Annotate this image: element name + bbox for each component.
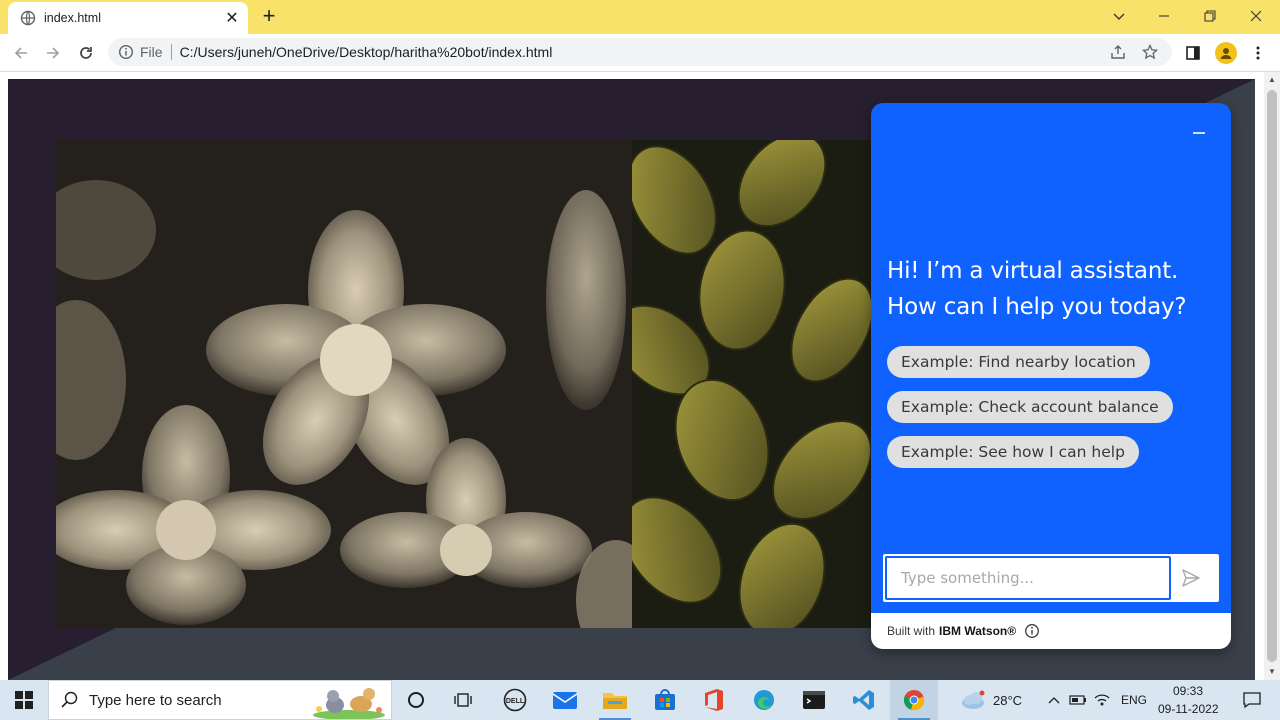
forward-icon[interactable] — [42, 42, 64, 64]
taskbar-search-box[interactable]: Type here to search — [48, 680, 392, 720]
restore-window-icon[interactable] — [1198, 6, 1222, 26]
suggestion-chip[interactable]: Example: Check account balance — [887, 391, 1173, 423]
weather-cloud-icon[interactable] — [958, 680, 988, 720]
windows-start-icon[interactable] — [0, 680, 48, 720]
url-separator — [170, 44, 172, 60]
new-tab-icon[interactable]: + — [258, 5, 280, 28]
edge-browser-icon[interactable] — [740, 680, 788, 720]
task-view-icon[interactable] — [440, 680, 488, 720]
browser-tab-bar: index.html ✕ + — [0, 0, 1280, 34]
battery-icon[interactable] — [1067, 680, 1089, 720]
minimize-window-icon[interactable] — [1152, 6, 1176, 26]
close-tab-icon[interactable]: ✕ — [222, 8, 242, 28]
suggestion-chip[interactable]: Example: See how I can help — [887, 436, 1139, 468]
assistant-chat-window: Hi! I’m a virtual assistant. How can I h… — [871, 103, 1231, 649]
store-app-icon[interactable] — [641, 680, 689, 720]
footer-prefix: Built with — [887, 624, 936, 638]
message-composer — [883, 554, 1219, 602]
file-explorer-icon[interactable] — [591, 680, 639, 720]
input-language[interactable]: ENG — [1121, 693, 1147, 707]
url-text[interactable]: C:/Users/juneh/OneDrive/Desktop/haritha%… — [180, 44, 1108, 60]
terminal-app-icon[interactable] — [790, 680, 838, 720]
side-panel-icon[interactable] — [1182, 42, 1204, 64]
cortana-icon[interactable] — [392, 680, 440, 720]
search-icon — [61, 691, 78, 708]
bookmark-star-icon[interactable] — [1140, 42, 1160, 62]
chat-footer: Built with IBM Watson® — [871, 613, 1231, 649]
assistant-greeting: Hi! I’m a virtual assistant. How can I h… — [887, 258, 1187, 320]
succulent-photo — [56, 140, 632, 628]
chrome-app-icon[interactable] — [890, 680, 938, 720]
browser-tab[interactable]: index.html ✕ — [8, 2, 248, 34]
tab-search-chevron-icon[interactable] — [1107, 6, 1131, 26]
leaf-photo — [632, 140, 872, 628]
globe-icon — [20, 10, 36, 26]
mail-app-icon[interactable] — [541, 680, 589, 720]
page-scrollbar[interactable]: ▲ ▼ — [1264, 72, 1280, 680]
weather-temperature[interactable]: 28°C — [993, 693, 1022, 708]
clock-date[interactable]: 09-11-2022 — [1158, 702, 1219, 716]
scroll-thumb[interactable] — [1267, 90, 1277, 662]
taskbar-search-placeholder: Type here to search — [89, 691, 222, 709]
reload-icon[interactable] — [75, 42, 97, 64]
tab-title: index.html — [44, 11, 101, 25]
show-hidden-icons-chevron-icon[interactable] — [1043, 680, 1065, 720]
footer-brand: IBM Watson® — [939, 624, 1017, 638]
scroll-up-icon[interactable]: ▲ — [1267, 75, 1277, 85]
message-input[interactable] — [885, 556, 1171, 600]
windows-taskbar: Type here to search DELL 28°C ENG 09:33 … — [0, 680, 1280, 720]
browser-toolbar: File C:/Users/juneh/OneDrive/Desktop/har… — [0, 34, 1280, 72]
notifications-icon[interactable] — [1232, 680, 1272, 720]
send-icon[interactable] — [1179, 566, 1203, 590]
network-icon[interactable] — [1091, 680, 1113, 720]
office-app-icon[interactable] — [690, 680, 738, 720]
profile-avatar-icon[interactable] — [1215, 42, 1237, 64]
close-window-icon[interactable] — [1244, 6, 1268, 26]
url-scheme-label: File — [140, 44, 163, 60]
info-icon[interactable] — [118, 44, 134, 60]
minimize-chat-icon[interactable] — [1189, 123, 1209, 143]
info-icon[interactable] — [1024, 623, 1040, 639]
address-bar[interactable]: File C:/Users/juneh/OneDrive/Desktop/har… — [108, 38, 1172, 66]
search-highlight-illustration-icon — [313, 688, 385, 719]
suggestion-chip[interactable]: Example: Find nearby location — [887, 346, 1150, 378]
browser-menu-icon[interactable] — [1247, 42, 1269, 64]
back-icon[interactable] — [10, 42, 32, 64]
clock-time[interactable]: 09:33 — [1173, 684, 1203, 698]
dell-app-icon[interactable]: DELL — [491, 680, 539, 720]
share-icon[interactable] — [1108, 42, 1128, 62]
svg-text:DELL: DELL — [506, 698, 525, 705]
scroll-down-icon[interactable]: ▼ — [1267, 667, 1277, 677]
vscode-app-icon[interactable] — [840, 680, 888, 720]
